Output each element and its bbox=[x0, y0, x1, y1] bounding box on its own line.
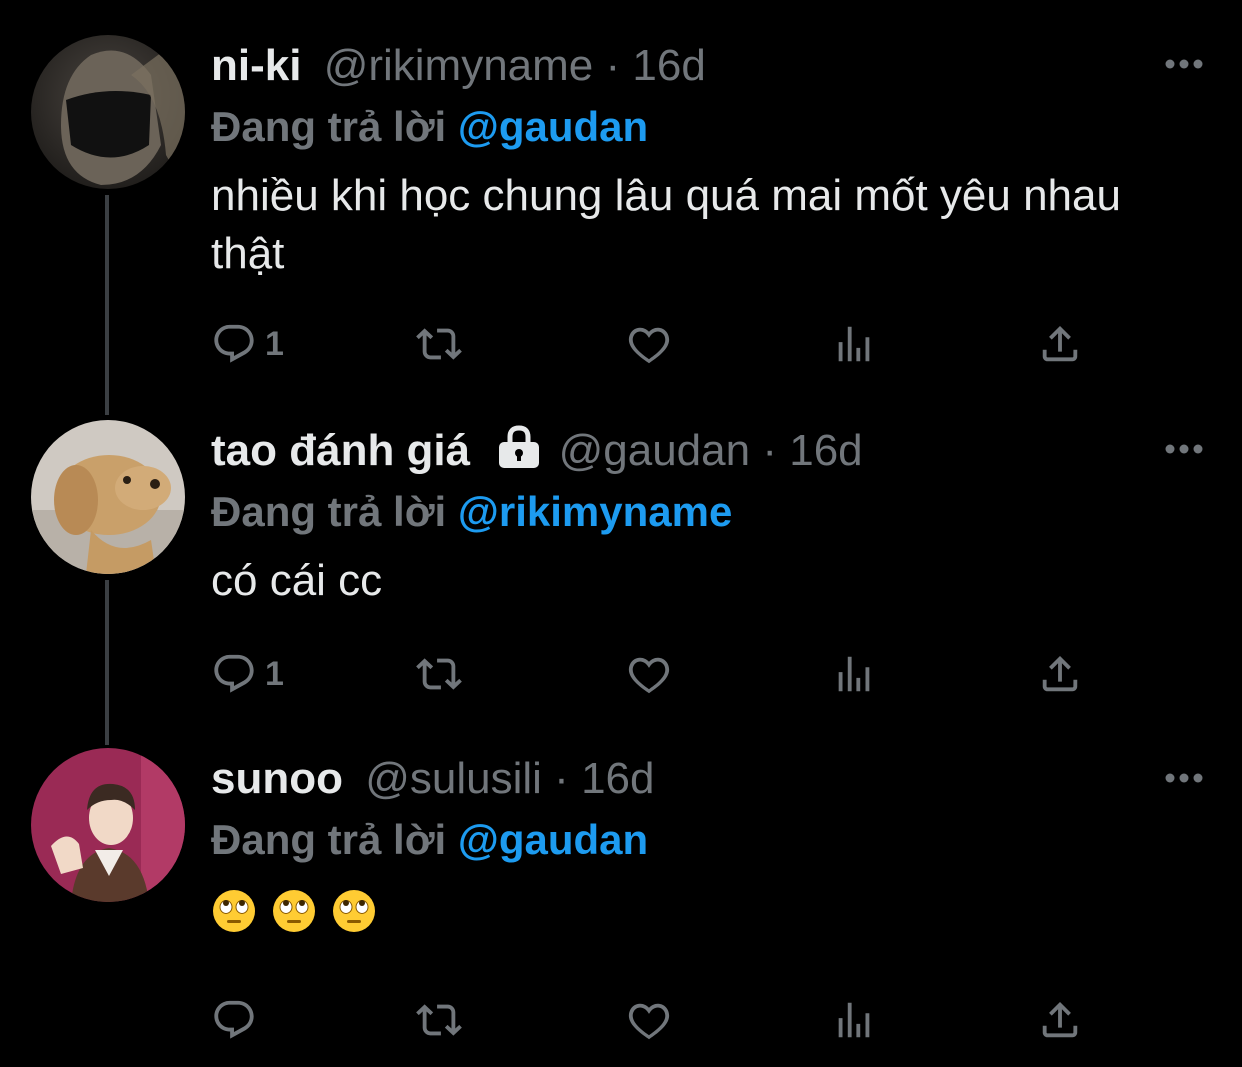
replying-to: Đang trả lời @gaudan bbox=[211, 810, 1202, 870]
share-button[interactable] bbox=[1037, 994, 1083, 1046]
share-icon bbox=[1042, 1001, 1078, 1038]
separator-dot: · bbox=[554, 754, 569, 803]
mention-link[interactable]: @gaudan bbox=[458, 816, 648, 863]
heart-icon bbox=[628, 1003, 670, 1040]
like-button[interactable] bbox=[626, 994, 672, 1046]
timestamp[interactable]: 16d bbox=[581, 754, 654, 803]
display-name[interactable]: sunoo bbox=[211, 754, 343, 803]
tweet-emojis bbox=[211, 888, 1202, 934]
avatar[interactable] bbox=[31, 748, 185, 902]
retweet-button[interactable] bbox=[416, 994, 462, 1046]
reply-icon bbox=[214, 1000, 254, 1039]
avatar-image bbox=[31, 748, 185, 902]
face-with-rolling-eyes-icon bbox=[333, 890, 375, 932]
retweet-icon bbox=[416, 1004, 462, 1036]
replying-to-label: Đang trả lời bbox=[211, 816, 447, 863]
face-with-rolling-eyes-icon bbox=[273, 890, 315, 932]
more-icon[interactable] bbox=[1164, 772, 1204, 784]
reply-button[interactable] bbox=[211, 994, 265, 1046]
user-handle[interactable]: @sulusili bbox=[365, 754, 542, 803]
face-with-rolling-eyes-icon bbox=[213, 890, 255, 932]
tweet-actions bbox=[211, 994, 1091, 1046]
tweet[interactable]: sunoo @sulusili · 16d Đang trả lời @gaud… bbox=[0, 0, 1242, 1067]
views-button[interactable] bbox=[831, 994, 877, 1046]
tweet-header: sunoo @sulusili · 16d bbox=[211, 748, 1202, 810]
views-icon bbox=[838, 1002, 870, 1038]
